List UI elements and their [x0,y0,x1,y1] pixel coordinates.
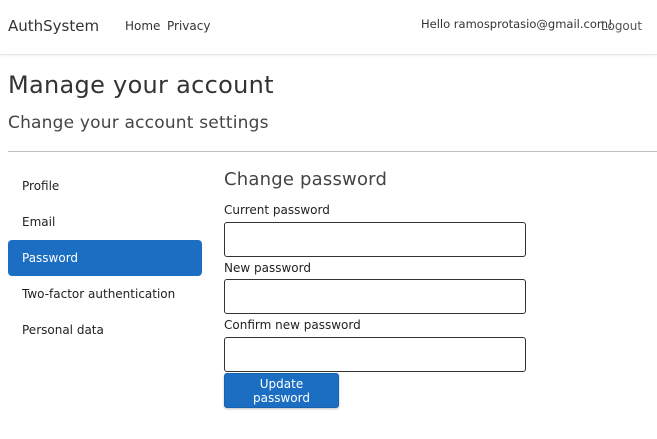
sidebar-item-two-factor[interactable]: Two-factor authentication [8,276,202,312]
sidebar-item-password[interactable]: Password [8,240,202,276]
account-sidebar: Profile Email Password Two-factor authen… [8,168,202,348]
page-title: Manage your account [8,71,274,99]
current-password-label: Current password [224,203,330,217]
sidebar-item-profile[interactable]: Profile [8,168,202,204]
current-password-input[interactable] [224,222,526,257]
new-password-label: New password [224,261,311,275]
page-subtitle: Change your account settings [8,113,269,133]
new-password-input[interactable] [224,279,526,314]
update-password-button[interactable]: Update password [224,373,339,408]
nav-privacy-link[interactable]: Privacy [167,19,210,33]
confirm-password-input[interactable] [224,337,526,372]
account-greeting-link[interactable]: Hello ramosprotasio@gmail.com! [421,17,613,31]
sidebar-item-email[interactable]: Email [8,204,202,240]
logout-button[interactable]: Logout [601,19,642,33]
brand-link[interactable]: AuthSystem [8,17,99,35]
change-password-heading: Change password [224,169,388,190]
nav-home-link[interactable]: Home [125,19,160,33]
confirm-password-label: Confirm new password [224,318,361,332]
top-navbar: AuthSystem Home Privacy Hello ramosprota… [0,0,657,55]
header-divider [8,151,657,152]
sidebar-item-personal-data[interactable]: Personal data [8,312,202,348]
